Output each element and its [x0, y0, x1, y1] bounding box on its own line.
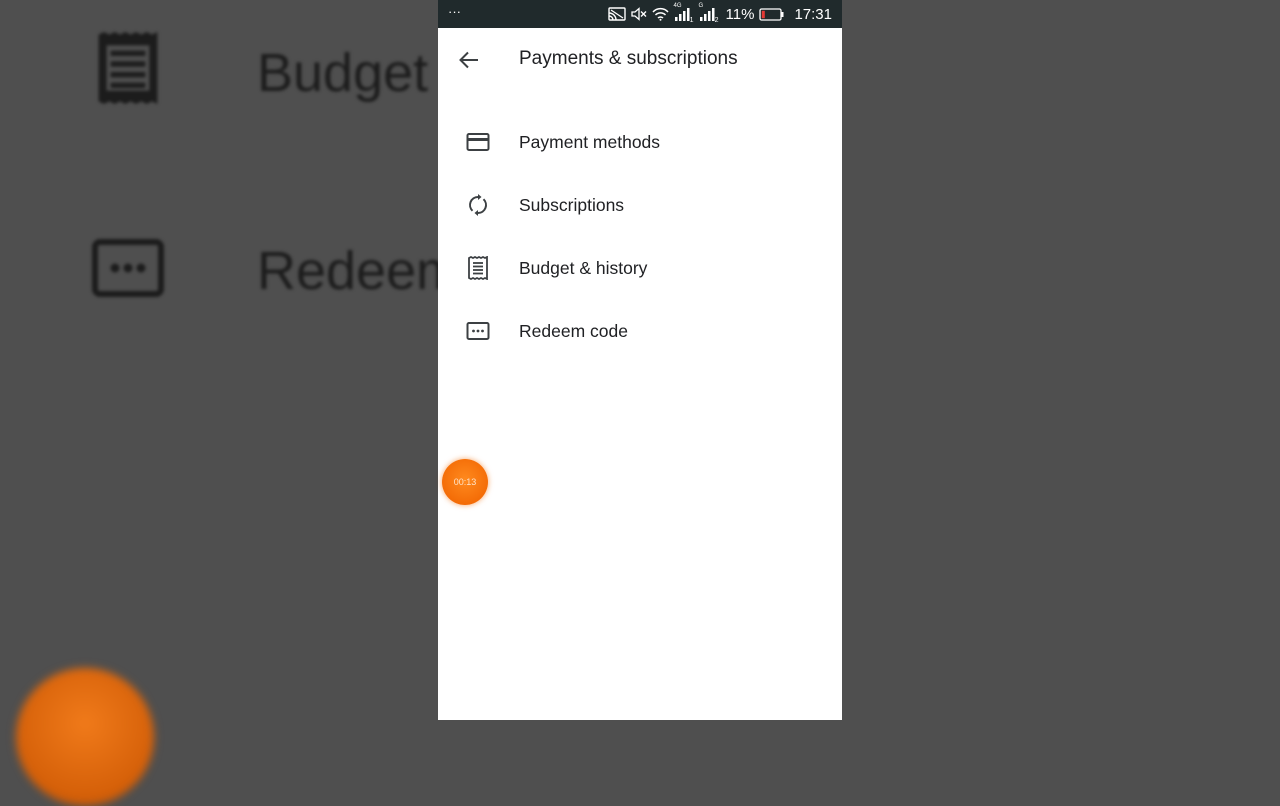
menu-label: Budget & history: [519, 258, 648, 278]
redeem-icon: [466, 319, 490, 343]
battery-icon: [759, 7, 785, 21]
menu-label: Subscriptions: [519, 195, 625, 215]
signal-strength-icon-2: G 2: [698, 3, 719, 24]
menu-label: Redeem code: [519, 321, 628, 341]
menu-item-redeem-code[interactable]: Redeem code: [438, 301, 842, 364]
notification-dots: ···: [448, 3, 461, 19]
menu-label: Payment methods: [519, 132, 661, 152]
background-recording-bubble: [16, 668, 154, 806]
screen-recorder-timer[interactable]: 00:13: [442, 459, 488, 505]
menu-item-subscriptions[interactable]: Subscriptions: [438, 175, 842, 238]
menu-item-budget-history[interactable]: Budget & history: [438, 238, 842, 301]
status-bar: ··· 4G 1 G 2 11% 17:31: [438, 0, 842, 28]
settings-menu: Payment methods Subscriptions Budget & h…: [438, 112, 842, 364]
background-redeem-icon: [92, 239, 164, 302]
background-receipt-icon: [96, 32, 160, 109]
background-label-budget: Budget: [257, 43, 429, 103]
background-label-redeem: Redeem: [257, 241, 462, 301]
battery-percent: 11%: [725, 5, 755, 23]
phone-screen: ··· 4G 1 G 2 11% 17:31 Payments & subscr…: [438, 0, 842, 720]
status-icons: 4G 1 G 2 11% 17:31: [607, 3, 832, 24]
credit-card-icon: [466, 130, 490, 154]
signal-strength-icon-1: 4G 1: [673, 3, 694, 24]
status-time: 17:31: [794, 5, 832, 23]
arrow-back-icon: [456, 51, 482, 76]
receipt-icon: [466, 255, 490, 281]
wifi-icon: [651, 7, 669, 21]
sync-icon: [466, 193, 490, 217]
menu-item-payment-methods[interactable]: Payment methods: [438, 112, 842, 175]
page-title: Payments & subscriptions: [519, 48, 738, 69]
mute-icon: [630, 7, 647, 21]
back-button[interactable]: [456, 48, 482, 72]
app-bar: Payments & subscriptions: [438, 28, 842, 92]
cast-icon: [607, 7, 626, 21]
